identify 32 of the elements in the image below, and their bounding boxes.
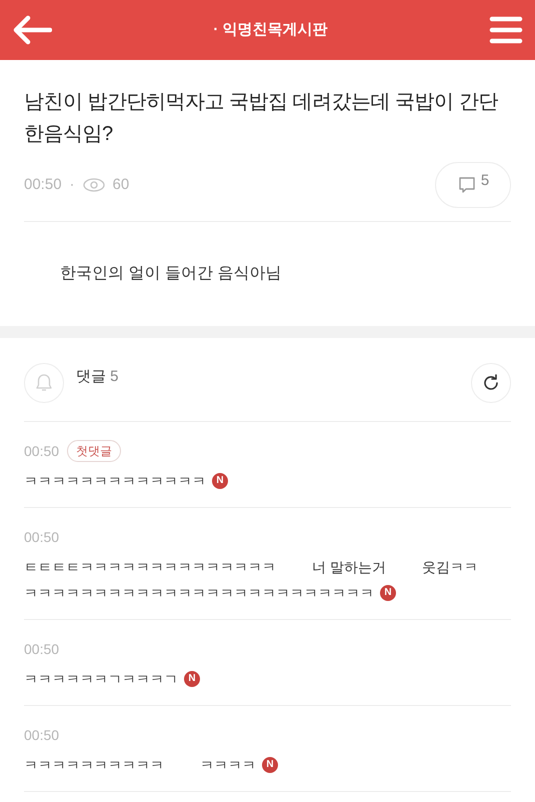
comment-text: 웃김ㅋㅋ: [422, 558, 478, 577]
refresh-icon: [481, 373, 501, 393]
comment-time: 00:50: [24, 726, 60, 744]
comment-time: 00:50: [24, 442, 60, 460]
comment-text: ㅋㅋㅋㅋㅋㅋㅋㅋㅋㅋㅋㅋㅋㅋㅋㅋㅋㅋㅋㅋㅋㅋㅋㅋㅋ: [24, 584, 374, 603]
speech-bubble-icon: [456, 175, 477, 195]
first-comment-badge: 첫댓글: [67, 440, 122, 462]
menu-icon[interactable]: [488, 15, 523, 45]
comment-text: 너 말하는거: [312, 558, 386, 577]
bell-icon: [35, 373, 53, 393]
post-body: 한국인의 얼이 들어간 음식아님: [59, 264, 282, 284]
eye-icon: [82, 178, 105, 192]
comment-text: ㅋㅋㅋㅋㅋㅋㅋㅋㅋㅋㅋㅋㅋ: [24, 472, 206, 491]
comments-label: 댓글 5: [76, 366, 119, 387]
refresh-button[interactable]: [471, 363, 511, 403]
comment-time: 00:50: [24, 640, 60, 658]
comment-text: ㅌㅌㅌㅌㅋㅋㅋㅋㅋㅋㅋㅋㅋㅋㅋㅋㅋㅋ: [24, 558, 276, 577]
comment-count-button[interactable]: 5: [435, 162, 511, 208]
new-badge: N: [184, 671, 200, 687]
view-count: 60: [112, 174, 130, 195]
post-title: 남친이 밥간단히먹자고 국밥집 데려갔는데 국밥이 간단한음식임?: [24, 90, 499, 147]
new-badge: N: [380, 585, 396, 601]
separator-dot: ·: [70, 174, 75, 195]
comment-text: ㅋㅋㅋㅋㅋㅋㅋㅋㅋㅋ: [24, 756, 164, 775]
new-badge: N: [262, 757, 278, 773]
board-title: · 익명친목게시판: [213, 20, 328, 40]
post-time: 00:50: [24, 174, 62, 195]
new-badge: N: [212, 473, 228, 489]
comment-time: 00:50: [24, 528, 60, 546]
back-icon[interactable]: [12, 14, 52, 46]
comment-text: ㅋㅋㅋㅋ: [200, 756, 256, 775]
comment-text: ㅋㅋㅋㅋㅋㅋㄱㅋㅋㅋㄱ: [24, 670, 178, 689]
